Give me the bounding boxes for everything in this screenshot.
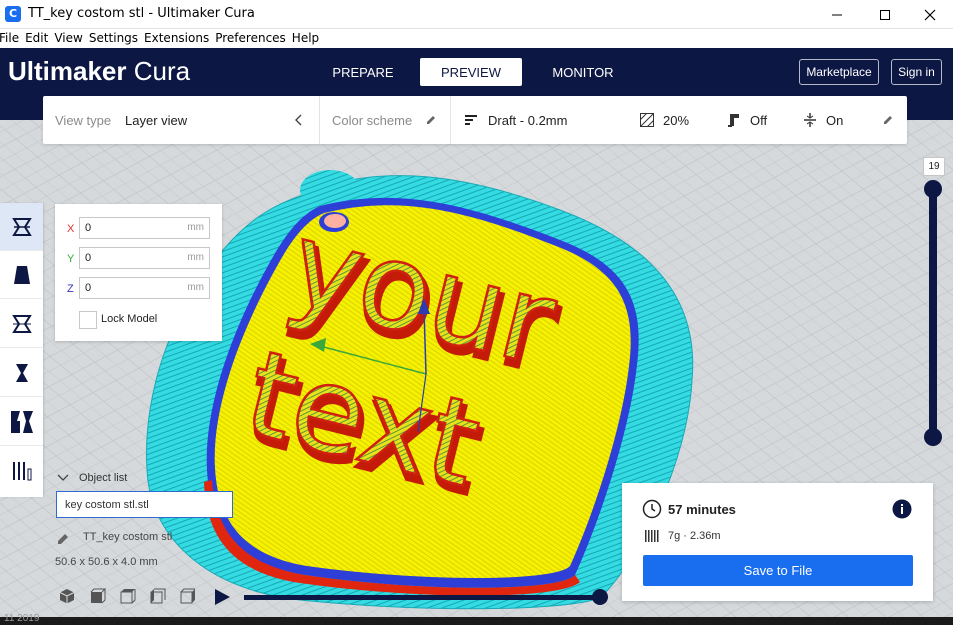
mirror-tool-button[interactable]	[0, 349, 43, 397]
y-position-input[interactable]: 0 mm	[79, 247, 210, 269]
cube-top-icon	[120, 589, 136, 604]
menu-help[interactable]: Help	[292, 29, 319, 48]
view-left-button[interactable]	[146, 585, 168, 607]
separator	[450, 96, 451, 144]
settings-bar: View type Layer view Color scheme Draft …	[43, 96, 907, 144]
menu-settings[interactable]: Settings	[89, 29, 138, 48]
close-icon	[924, 9, 936, 20]
menu-preferences[interactable]: Preferences	[215, 29, 286, 48]
lock-model-label: Lock Model	[101, 313, 158, 325]
separator	[319, 96, 320, 144]
rename-pencil-icon[interactable]	[56, 532, 70, 546]
logo-light-text: Cura	[133, 56, 191, 86]
menu-extensions[interactable]: Extensions	[144, 29, 209, 48]
title-bar: C TT_key costom stl - Ultimaker Cura	[0, 0, 953, 29]
z-axis-label: Z	[67, 283, 74, 295]
view-type-dropdown[interactable]: Layer view	[125, 113, 187, 128]
adhesion-value[interactable]: On	[826, 113, 843, 128]
cube-right-icon	[180, 588, 195, 604]
print-info-panel: 57 minutes 7g · 2.36m Save to File	[622, 483, 933, 601]
x-axis-label: X	[67, 223, 75, 235]
object-name: TT_key costom stl	[83, 531, 173, 543]
minimize-icon	[832, 14, 842, 15]
view-front-button[interactable]	[86, 585, 108, 607]
lock-model-checkbox[interactable]	[79, 311, 97, 329]
menu-view[interactable]: View	[54, 29, 82, 48]
sign-in-button[interactable]: Sign in	[891, 59, 942, 85]
custom-settings-pencil-icon[interactable]	[882, 96, 894, 144]
close-button[interactable]	[907, 0, 953, 29]
view-3d-button[interactable]	[56, 585, 78, 607]
taskbar-date-fragment: 11 2019	[4, 613, 40, 624]
chevron-down-icon	[57, 474, 69, 481]
ultimaker-cura-logo: Ultimaker Cura	[8, 56, 190, 87]
tab-preview[interactable]: PREVIEW	[420, 58, 522, 86]
info-icon[interactable]	[892, 499, 912, 519]
x-position-value: 0	[85, 222, 92, 234]
profile-icon	[464, 96, 478, 144]
save-to-file-button[interactable]: Save to File	[643, 555, 913, 586]
taskbar-strip: 11 2019	[0, 613, 953, 625]
current-layer-badge[interactable]: 19	[923, 157, 945, 176]
move-tool-icon	[11, 217, 32, 236]
maximize-button[interactable]	[862, 0, 908, 29]
support-value[interactable]: Off	[750, 113, 767, 128]
adhesion-icon	[803, 96, 817, 144]
view-type-label: View type	[55, 112, 112, 128]
y-unit: mm	[187, 252, 204, 263]
material-usage: 7g · 2.36m	[668, 530, 721, 542]
z-unit: mm	[187, 282, 204, 293]
view-top-button[interactable]	[116, 585, 138, 607]
tool-column	[0, 203, 43, 497]
x-position-input[interactable]: 0 mm	[79, 217, 210, 239]
print-time: 57 minutes	[668, 502, 736, 517]
scale-tool-button[interactable]	[0, 251, 43, 299]
cura-app-icon: C	[5, 6, 21, 22]
menu-file[interactable]: File	[0, 29, 19, 48]
maximize-icon	[880, 9, 890, 20]
menu-edit[interactable]: Edit	[25, 29, 48, 48]
infill-icon	[640, 96, 654, 144]
view-right-button[interactable]	[176, 585, 198, 607]
object-list-header: Object list	[79, 472, 128, 484]
mirror-tool-icon	[15, 363, 28, 382]
object-list-item[interactable]: key costom stl.stl	[56, 491, 233, 518]
menu-bar: File Edit View Settings Extensions Prefe…	[0, 29, 953, 48]
object-dimensions: 50.6 x 50.6 x 4.0 mm	[55, 556, 158, 568]
per-model-settings-button[interactable]	[0, 398, 43, 446]
x-unit: mm	[187, 222, 204, 233]
print-profile-selector[interactable]: Draft - 0.2mm	[488, 113, 567, 128]
cube-front-icon	[90, 588, 106, 604]
marketplace-button[interactable]: Marketplace	[799, 59, 879, 85]
cube-3d-icon	[59, 589, 75, 604]
support-icon	[726, 96, 740, 144]
scale-tool-icon	[13, 265, 30, 284]
y-axis-label: Y	[67, 253, 75, 265]
move-panel: X 0 mm Y 0 mm Z 0 mm Lock Model	[55, 204, 222, 341]
y-position-value: 0	[85, 252, 92, 264]
clock-icon	[642, 499, 662, 519]
z-position-value: 0	[85, 282, 92, 294]
color-scheme-label[interactable]: Color scheme	[332, 113, 412, 128]
move-tool-button[interactable]	[0, 203, 43, 251]
minimize-button[interactable]	[814, 0, 860, 29]
object-list-toggle[interactable]: Object list	[57, 472, 127, 484]
collapse-chevron-icon[interactable]	[294, 96, 304, 144]
filament-icon	[645, 530, 659, 542]
window-title: TT_key costom stl - Ultimaker Cura	[28, 6, 255, 21]
support-blocker-button[interactable]	[0, 447, 43, 495]
logo-bold-text: Ultimaker	[8, 56, 127, 86]
per-model-settings-icon	[10, 410, 33, 433]
z-position-input[interactable]: 0 mm	[79, 277, 210, 299]
tab-prepare[interactable]: PREPARE	[327, 58, 399, 86]
color-scheme-pencil-icon[interactable]	[425, 96, 437, 144]
tab-monitor[interactable]: MONITOR	[544, 58, 622, 86]
infill-value[interactable]: 20%	[663, 113, 689, 128]
support-blocker-icon	[12, 462, 31, 481]
rotate-tool-icon	[11, 314, 32, 333]
cube-left-icon	[150, 588, 166, 604]
rotate-tool-button[interactable]	[0, 300, 43, 348]
